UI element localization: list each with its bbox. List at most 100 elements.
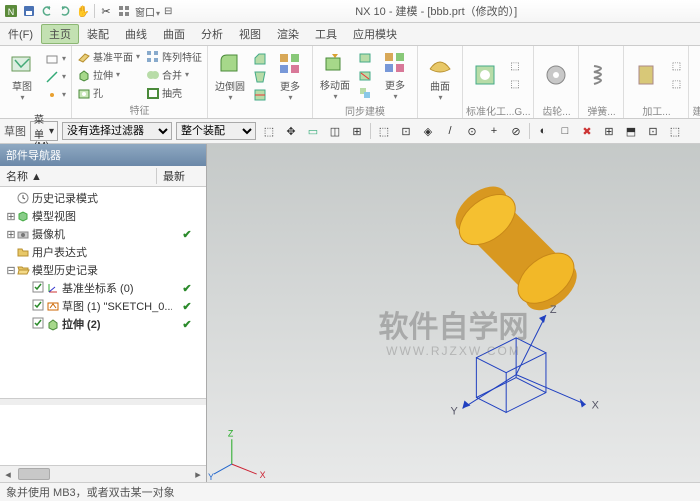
sketch-point-icon[interactable]: ▾ — [43, 86, 68, 103]
scroll-thumb[interactable] — [18, 468, 50, 480]
tb-icon-7[interactable]: ⊡ — [397, 122, 415, 140]
unite-button[interactable]: 合并▾ — [144, 66, 204, 83]
tb-icon-9[interactable]: / — [441, 122, 459, 140]
cut-icon[interactable]: ✂ — [99, 4, 113, 18]
viewport[interactable]: X Y Z X Z Y 软件自学网 WWW.RJZXW.COM — [207, 144, 700, 482]
tb-icon-16[interactable]: ⊞ — [600, 122, 618, 140]
model-cylinder[interactable] — [450, 184, 583, 313]
replace-face-icon[interactable] — [356, 85, 374, 102]
tree-row[interactable]: 用户表达式 — [0, 243, 206, 261]
tree-row[interactable]: 草图 (1) "SKETCH_0...✔ — [0, 297, 206, 315]
tb-icon-8[interactable]: ◈ — [419, 122, 437, 140]
move-face-button[interactable]: 移动面▾ — [316, 48, 354, 102]
more-feature-button[interactable]: 更多▾ — [271, 50, 309, 104]
tb-icon-2[interactable]: ✥ — [282, 122, 300, 140]
tb-icon-19[interactable]: ⬚ — [666, 122, 684, 140]
tb-icon-17[interactable]: ⬒ — [622, 122, 640, 140]
machining-button[interactable] — [627, 48, 665, 102]
tree-checkbox[interactable] — [32, 299, 44, 314]
tab-analysis[interactable]: 分析 — [193, 24, 231, 44]
shell-button[interactable]: 抽壳 — [144, 84, 204, 101]
extrude-button[interactable]: 拉伸▾ — [75, 66, 142, 83]
tab-render[interactable]: 渲染 — [269, 24, 307, 44]
tree-twisty[interactable]: ⊞ — [6, 210, 16, 223]
tb-icon-3[interactable]: ▭ — [304, 122, 322, 140]
tb-icon-5[interactable]: ⊞ — [348, 122, 366, 140]
tab-curve[interactable]: 曲线 — [117, 24, 155, 44]
tb-icon-4[interactable]: ◫ — [326, 122, 344, 140]
navigator-hscroll[interactable]: ◂ ▸ — [0, 465, 206, 482]
tab-application[interactable]: 应用模块 — [345, 24, 405, 44]
group-label-standard[interactable]: 标准化工...G... — [466, 102, 530, 119]
scroll-left-icon[interactable]: ◂ — [0, 468, 16, 481]
col-name[interactable]: 名称 ▲ — [0, 168, 157, 184]
navigator-tree[interactable]: 历史记录模式⊞模型视图⊞摄像机✔用户表达式⊟模型历史记录基准坐标系 (0)✔草图… — [0, 187, 206, 398]
save-icon[interactable] — [22, 4, 36, 18]
tree-row[interactable]: ⊞摄像机✔ — [0, 225, 206, 243]
tree-checkbox[interactable] — [32, 281, 44, 296]
tab-surface[interactable]: 曲面 — [155, 24, 193, 44]
datum-plane-icon — [77, 50, 91, 64]
scope-select[interactable]: 整个装配 — [176, 122, 256, 140]
tree-row[interactable]: 基准坐标系 (0)✔ — [0, 279, 206, 297]
tab-view[interactable]: 视图 — [231, 24, 269, 44]
group-label-gear[interactable]: 齿轮... — [537, 102, 575, 119]
menu-dropdown[interactable]: 菜单(M)▾ — [30, 121, 58, 141]
tree-row[interactable]: 历史记录模式 — [0, 189, 206, 207]
pattern-feature-button[interactable]: 阵列特征 — [144, 48, 204, 65]
tb-icon-10[interactable]: ⊙ — [463, 122, 481, 140]
tab-home[interactable]: 主页 — [41, 24, 79, 44]
navigator-resizer[interactable] — [0, 398, 206, 405]
sketch-line-icon[interactable]: ▾ — [43, 68, 68, 85]
tree-row[interactable]: ⊞模型视图 — [0, 207, 206, 225]
delete-face-icon[interactable] — [356, 67, 374, 84]
tb-icon-15[interactable]: ✖ — [578, 122, 596, 140]
menu-file[interactable]: 件(F) — [0, 24, 41, 44]
tb-icon-6[interactable]: ⬚ — [375, 122, 393, 140]
grid-icon[interactable] — [117, 4, 131, 18]
group-label-modeltools[interactable]: 建模工具 - G... — [692, 102, 700, 119]
viewport-canvas[interactable]: X Y Z X Z Y — [207, 144, 700, 482]
filter-select[interactable]: 没有选择过滤器 — [62, 122, 172, 140]
trim-icon[interactable] — [251, 86, 269, 103]
axis-icon — [46, 281, 60, 295]
undo-icon[interactable] — [40, 4, 54, 18]
tree-checkbox[interactable] — [32, 317, 44, 332]
tree-twisty[interactable]: ⊟ — [6, 264, 16, 277]
resize-face-icon[interactable] — [356, 49, 374, 66]
col-latest[interactable]: 最新 — [157, 168, 206, 184]
tree-row[interactable]: ⊟模型历史记录 — [0, 261, 206, 279]
draft-icon[interactable] — [251, 68, 269, 85]
scroll-right-icon[interactable]: ▸ — [190, 468, 206, 481]
spring-button[interactable] — [582, 48, 620, 102]
surface-button[interactable]: 曲面▾ — [421, 50, 459, 104]
ribbon-group-standard: ⬚⬚ 标准化工...G... — [463, 46, 534, 118]
touch-icon[interactable]: ✋ — [76, 4, 90, 18]
tb-icon-14[interactable]: □ — [556, 122, 574, 140]
tb-icon-12[interactable]: ⊘ — [507, 122, 525, 140]
group-label-spring[interactable]: 弹簧... — [582, 102, 620, 119]
tab-tools[interactable]: 工具 — [307, 24, 345, 44]
tree-twisty[interactable]: ⊞ — [6, 228, 16, 241]
tab-assembly[interactable]: 装配 — [79, 24, 117, 44]
tb-icon-18[interactable]: ⊡ — [644, 122, 662, 140]
sketch-button[interactable]: 草图▾ — [3, 50, 41, 104]
hole-button[interactable]: 孔 — [75, 84, 142, 101]
datum-plane-button[interactable]: 基准平面▾ — [75, 48, 142, 65]
group-label-machining[interactable]: 加工... — [627, 102, 685, 119]
more-sync-button[interactable]: 更多▾ — [376, 48, 414, 102]
gear-button[interactable] — [537, 48, 575, 102]
redo-icon[interactable] — [58, 4, 72, 18]
tb-icon-11[interactable]: + — [485, 122, 503, 140]
standard-tools-button[interactable] — [466, 48, 504, 102]
sketch-constraint-icon[interactable]: ▾ — [43, 50, 68, 67]
datum-csys[interactable] — [476, 338, 546, 413]
edge-blend-button[interactable]: 边倒圆▾ — [211, 50, 249, 104]
tree-row[interactable]: 拉伸 (2)✔ — [0, 315, 206, 333]
model-tools-button[interactable] — [692, 48, 700, 102]
window-dropdown[interactable]: 窗口▾ — [135, 4, 160, 19]
chamfer-icon[interactable] — [251, 50, 269, 67]
tb-icon-1[interactable]: ⬚ — [260, 122, 278, 140]
tb-icon-13[interactable]: ◐ — [534, 122, 552, 140]
more-icon — [277, 51, 303, 77]
